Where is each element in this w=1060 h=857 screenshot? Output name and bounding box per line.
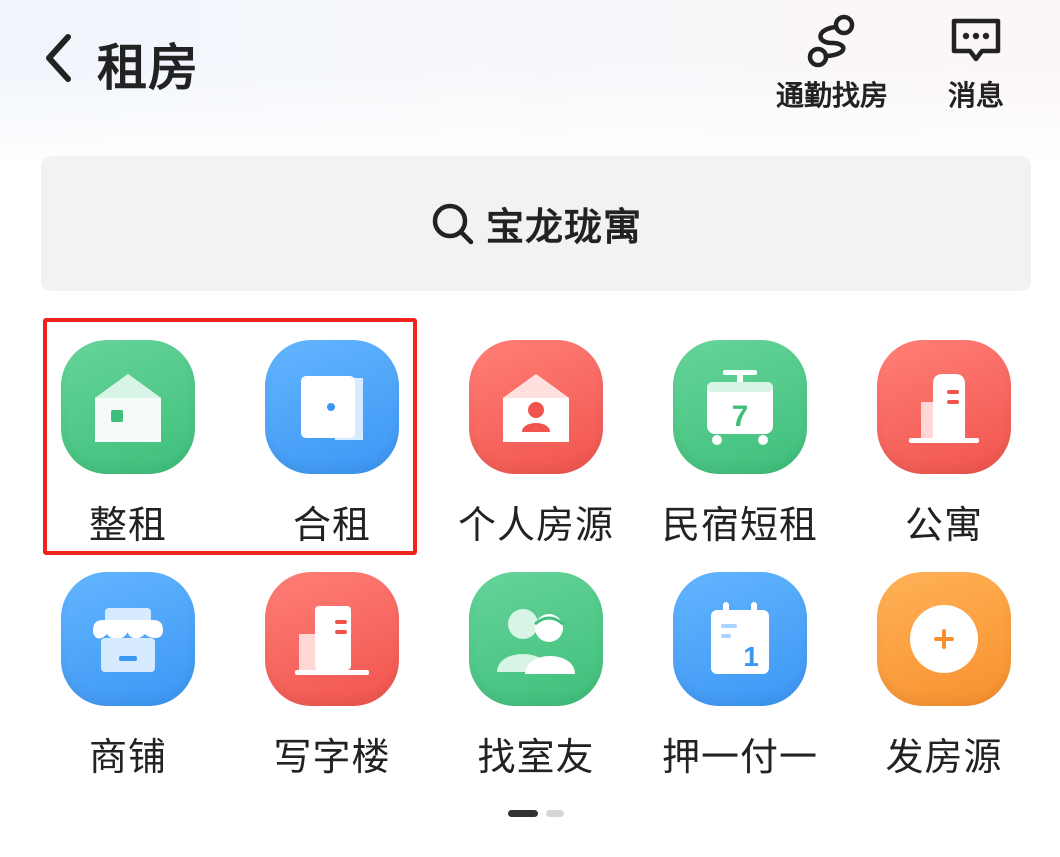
category-label: 找室友: [477, 735, 595, 779]
category-label: 民宿短租: [661, 503, 818, 547]
deposit-calendar-1-icon: 1: [673, 572, 807, 706]
page-dot: [546, 810, 564, 817]
category-find-roommate[interactable]: 找室友: [441, 572, 631, 781]
route-icon: [800, 10, 864, 72]
category-post-listing[interactable]: 发房源: [849, 572, 1039, 781]
category-whole-rent[interactable]: 整租: [33, 340, 223, 549]
commute-search-button[interactable]: 通勤找房: [776, 10, 888, 114]
personal-listing-icon: [469, 340, 603, 474]
category-label: 整租: [88, 503, 167, 547]
office-building-icon: [265, 572, 399, 706]
message-bubble-icon: [944, 10, 1008, 72]
apartment-building-icon: [877, 340, 1011, 474]
category-personal-listing[interactable]: 个人房源: [441, 340, 631, 549]
category-label: 个人房源: [457, 503, 614, 547]
category-label: 合租: [292, 503, 371, 547]
page-indicator: [508, 810, 564, 817]
svg-text:7: 7: [732, 400, 749, 433]
category-label: 写字楼: [273, 735, 391, 779]
search-query-text: 宝龙珑寓: [485, 205, 642, 249]
search-bar[interactable]: 宝龙珑寓: [41, 156, 1031, 291]
category-label: 公寓: [904, 503, 983, 547]
page-dot-active: [508, 810, 538, 817]
homestay-calendar-7-icon: 7: [673, 340, 807, 474]
category-label: 商铺: [88, 735, 167, 779]
category-office[interactable]: 写字楼: [237, 572, 427, 781]
post-listing-plus-icon: [877, 572, 1011, 706]
commute-search-label: 通勤找房: [776, 79, 889, 112]
messages-button[interactable]: 消息: [944, 10, 1008, 114]
whole-rent-house-icon: [61, 340, 195, 474]
shop-storefront-icon: [61, 572, 195, 706]
category-apartment[interactable]: 公寓: [849, 340, 1039, 549]
category-label: 押一付一: [661, 735, 818, 779]
search-icon: [430, 201, 476, 247]
category-shared-rent[interactable]: 合租: [237, 340, 427, 549]
category-homestay-short-rent[interactable]: 7 民宿短租: [645, 340, 835, 549]
category-shop[interactable]: 商铺: [33, 572, 223, 781]
find-roommate-icon: [469, 572, 603, 706]
category-deposit-one-pay-one[interactable]: 1 押一付一: [645, 572, 835, 781]
messages-label: 消息: [947, 79, 1004, 112]
chevron-left-icon: [43, 33, 73, 87]
svg-text:1: 1: [743, 641, 759, 672]
category-label: 发房源: [885, 735, 1003, 779]
shared-rent-door-icon: [265, 340, 399, 474]
page-title: 租房: [97, 39, 199, 97]
back-button[interactable]: [36, 32, 80, 88]
